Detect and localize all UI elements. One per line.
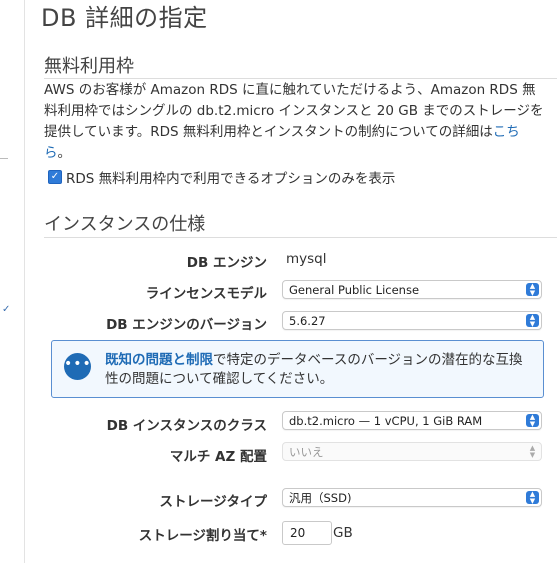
left-sidebar-edge: ✓ [0,0,25,563]
free-tier-description: AWS のお客様が Amazon RDS に直に触れていただけるよう、Amazo… [44,80,544,164]
select-arrows-icon: ▲ ▼ [526,314,539,327]
license-select-value: General Public License [289,283,420,297]
limits-link[interactable]: 制限 [186,352,213,368]
license-select[interactable]: General Public License ▲ ▼ [282,280,542,299]
version-select[interactable]: 5.6.27 ▲ ▼ [282,311,542,330]
license-label: ラインセンスモデル [145,286,267,302]
speech-bubble-icon: ••• [64,353,91,380]
engine-value: mysql [286,251,327,267]
version-info-box: ••• 既知の問題と制限で特定のデータベースのバージョンの潜在的な互換性の問題に… [51,340,544,398]
storage-alloc-label: ストレージ割り当て* [138,528,267,544]
version-select-value: 5.6.27 [289,314,326,328]
select-arrows-icon: ▲ ▼ [529,444,536,459]
storage-type-label: ストレージタイプ [159,494,267,510]
select-arrows-icon: ▲ ▼ [526,414,539,427]
select-arrows-icon: ▲ ▼ [526,491,539,504]
main-content: DB 詳細の指定 無料利用枠 AWS のお客様が Amazon RDS に直に触… [24,0,557,563]
multi-az-label: マルチ AZ 配置 [169,449,267,465]
section-divider [44,78,557,79]
storage-alloc-input[interactable]: 20 [282,521,332,545]
version-label: DB エンジンのバージョン [106,317,267,333]
class-label: DB インスタンスのクラス [106,418,267,434]
select-arrows-icon: ▲ ▼ [526,283,539,296]
sidebar-chevron-icon[interactable]: ✓ [2,304,10,315]
instance-class-select[interactable]: db.t2.micro — 1 vCPU, 1 GiB RAM ▲ ▼ [282,411,542,430]
page-title: DB 詳細の指定 [41,4,208,32]
free-tier-title: 無料利用枠 [44,56,134,77]
storage-type-value: 汎用（SSD) [289,491,352,505]
known-issues-link[interactable]: 既知の問題 [105,352,173,368]
storage-type-select[interactable]: 汎用（SSD) ▲ ▼ [282,488,542,507]
multi-az-select[interactable]: いいえ ▲ ▼ [282,442,542,461]
free-tier-only-checkbox-row[interactable]: ✓ RDS 無料利用枠内で利用できるオプションのみを表示 [48,167,395,187]
and-text: と [172,352,187,368]
instance-spec-title: インスタンスの仕様 [44,214,206,235]
free-tier-text-end: 。 [57,145,72,161]
engine-label: DB エンジン [186,255,267,271]
multi-az-value: いいえ [289,445,324,459]
section-divider [44,237,557,238]
instance-class-value: db.t2.micro — 1 vCPU, 1 GiB RAM [289,414,483,428]
free-tier-only-checkbox-label[interactable]: RDS 無料利用枠内で利用できるオプションのみを表示 [66,167,395,187]
free-tier-text: AWS のお客様が Amazon RDS に直に触れていただけるよう、Amazo… [44,82,544,140]
free-tier-only-checkbox[interactable]: ✓ [48,170,62,184]
sidebar-divider [0,158,8,159]
storage-unit: GB [333,525,353,541]
version-info-text: 既知の問題と制限で特定のデータベースのバージョンの潜在的な互換性の問題について確… [105,351,535,389]
